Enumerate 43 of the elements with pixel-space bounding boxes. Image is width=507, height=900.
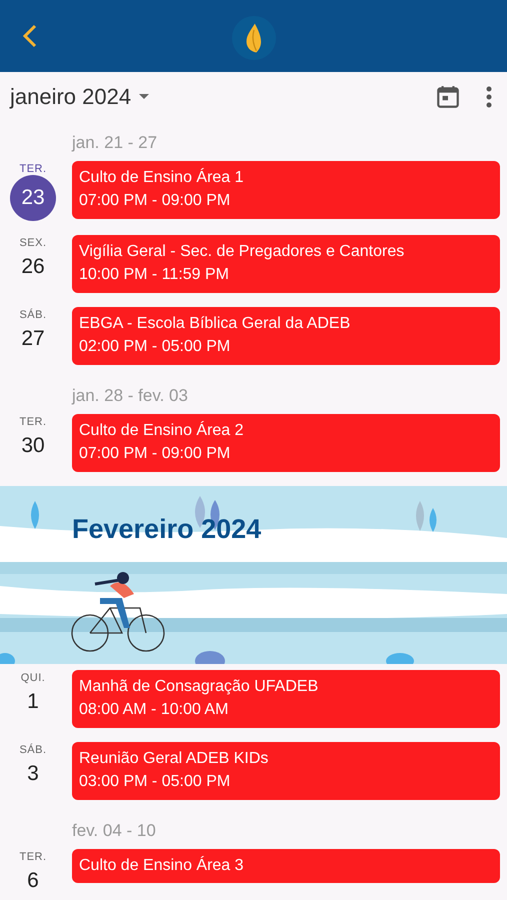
day-number[interactable]: 6 [11,865,55,897]
weekday-label: QUI. [20,672,46,684]
day-number[interactable]: 3 [11,758,55,790]
day-number[interactable]: 23 [10,175,56,221]
dropdown-caret-icon [139,94,150,100]
event-title: Culto de Ensino Área 2 [79,421,245,441]
month-dropdown[interactable]: janeiro 2024 [10,84,150,110]
event-card[interactable]: Culto de Ensino Área 2 07:00 PM - 09:00 PM [72,414,500,472]
calendar-icon [435,84,461,110]
day-number[interactable]: 26 [11,251,55,283]
month-banner-title: Fevereiro 2024 [72,514,262,545]
weekday-label: SEX. [19,237,47,249]
event-time: 10:00 PM - 11:59 PM [79,265,230,285]
event-card[interactable]: Culto de Ensino Área 3 [72,849,500,883]
event-title: Manhã de Consagração UFADEB [79,677,320,697]
event-card[interactable]: Vigília Geral - Sec. de Pregadores e Cantores 10:00 PM - 11:59 PM [72,235,500,293]
more-vertical-icon [485,85,493,109]
weekday-label: TER. [19,416,47,428]
event-time: 03:00 PM - 05:00 PM [79,772,232,792]
flame-logo-icon [232,16,276,60]
event-card[interactable]: EBGA - Escola Bíblica Geral da ADEB 02:00 PM - 05:00 PM [72,307,500,365]
event-time: 08:00 AM - 10:00 AM [79,700,230,720]
event-title: EBGA - Escola Bíblica Geral da ADEB [79,314,352,334]
event-time: 02:00 PM - 05:00 PM [79,337,232,357]
day-number[interactable]: 1 [11,686,55,718]
weekday-label: TER. [19,163,47,175]
event-title: Vigília Geral - Sec. de Pregadores e Cantores [79,242,406,262]
event-card[interactable]: Manhã de Consagração UFADEB 08:00 AM - 10:00 AM [72,670,500,728]
weekday-label: SÁB. [19,744,47,756]
weekday-label: SÁB. [19,309,47,321]
event-card[interactable]: Reunião Geral ADEB KIDs 03:00 PM - 05:00 PM [72,742,500,800]
event-time: 07:00 PM - 09:00 PM [79,444,232,464]
event-title: Reunião Geral ADEB KIDs [79,749,270,769]
event-time: 07:00 PM - 09:00 PM [79,191,232,211]
event-title: Culto de Ensino Área 3 [79,856,245,876]
event-card[interactable]: Culto de Ensino Área 1 07:00 PM - 09:00 PM [72,161,500,219]
week-range-label: jan. 21 - 27 [70,132,158,154]
day-number[interactable]: 30 [11,430,55,462]
week-range-label: fev. 04 - 10 [71,820,157,842]
weekday-label: TER. [19,851,47,863]
week-range-label: jan. 28 - fev. 03 [70,384,189,406]
event-title: Culto de Ensino Área 1 [79,168,245,188]
day-number[interactable]: 27 [11,323,55,355]
